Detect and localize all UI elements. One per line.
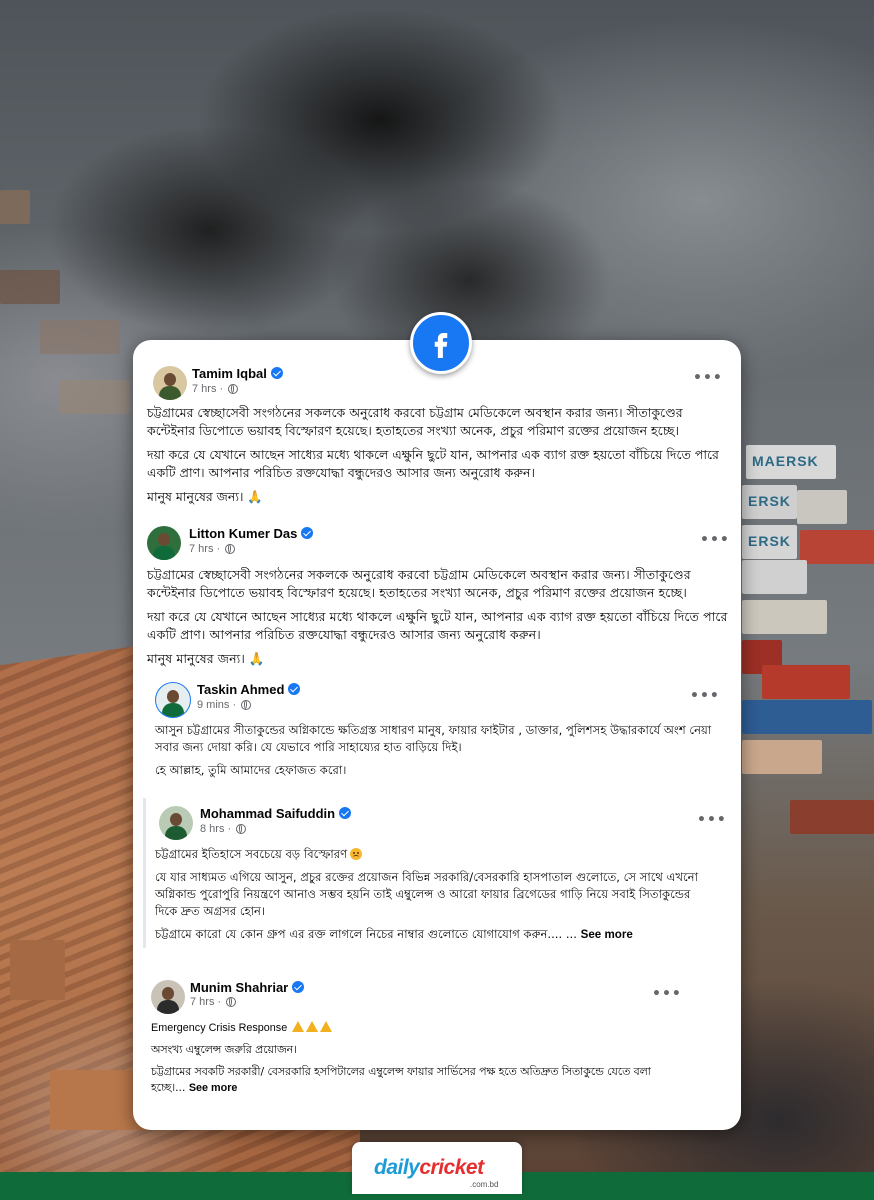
warning-emoji-icon — [292, 1021, 305, 1032]
avatar[interactable] — [159, 806, 193, 840]
author-name[interactable]: Mohammad Saifuddin — [200, 806, 352, 821]
post-time[interactable]: 7 hrs · — [192, 383, 239, 395]
verified-badge-icon — [270, 367, 283, 379]
author-name[interactable]: Litton Kumer Das — [189, 526, 314, 541]
brand-domain: .com.bd — [470, 1180, 499, 1189]
avatar[interactable] — [153, 366, 187, 400]
post-body: চট্টগ্রামের ইতিহাসে সবচেয়ে বড় বিস্ফোরণ… — [155, 846, 715, 949]
author-name[interactable]: Munim Shahriar — [190, 980, 305, 995]
avatar[interactable] — [155, 682, 191, 718]
post-paragraph: আসুন চট্টগ্রামের সীতাকুন্ডের অগ্নিকান্ডে… — [155, 723, 712, 754]
post-paragraph: যে যার সাধ্যমত এগিয়ে আসুন, প্রচুর রক্তে… — [155, 870, 698, 918]
post-paragraph: দয়া করে যে যেখানে আছেন সাধ্যের মধ্যে থা… — [147, 609, 728, 642]
facebook-logo-icon — [410, 312, 472, 374]
post-time[interactable]: 8 hrs · — [200, 823, 247, 835]
author-name[interactable]: Tamim Iqbal — [192, 366, 283, 381]
facebook-f-icon — [434, 333, 448, 358]
post-paragraph: অসংখ্য এম্বুলেন্স জরুরি প্রয়োজন। — [151, 1043, 297, 1056]
sad-emoji-icon — [350, 848, 363, 860]
post-time[interactable]: 7 hrs · — [189, 543, 236, 555]
post-paragraph: দয়া করে যে যেখানে আছেন সাধ্যের মধ্যে থা… — [147, 447, 719, 480]
globe-icon — [226, 997, 237, 1007]
post-paragraph: Emergency Crisis Response — [151, 1020, 671, 1036]
globe-icon — [225, 544, 236, 554]
author-name[interactable]: Taskin Ahmed — [197, 682, 301, 697]
post-paragraph-text: Emergency Crisis Response — [151, 1022, 288, 1034]
post-paragraph: চট্টগ্রামের স্বেচ্ছাসেবী সংগঠনের সকলকে অ… — [147, 567, 691, 600]
post-body: Emergency Crisis Response অসংখ্য এম্বুলে… — [151, 1020, 671, 1102]
see-more-link[interactable]: See more — [189, 1082, 238, 1094]
post-paragraph: চট্টগ্রামে কারো যে কোন গ্রুপ এর রক্ত লাগ… — [155, 926, 715, 943]
post-paragraph: চট্টগ্রামের সবকটি সরকারী/ বেসরকারি হসপিট… — [151, 1064, 671, 1096]
brand-part-daily: daily — [374, 1156, 420, 1179]
verified-badge-icon — [301, 527, 314, 539]
brand-name: dailycricket — [374, 1156, 484, 1180]
post-body: চট্টগ্রামের স্বেচ্ছাসেবী সংগঠনের সকলকে অ… — [147, 404, 729, 512]
more-options-icon[interactable]: ••• — [652, 986, 682, 1002]
post-paragraph: মানুষ মানুষের জন্য। 🙏 — [147, 651, 265, 666]
brand-part-cricket: cricket — [419, 1156, 484, 1179]
verified-badge-icon — [339, 807, 352, 819]
comment-thread-line — [143, 798, 146, 948]
post-paragraph: মানুষ মানুষের জন্য। 🙏 — [147, 489, 263, 504]
dailycricket-logo: dailycricket .com.bd — [352, 1142, 522, 1194]
post-paragraph-text: চট্টগ্রামে কারো যে কোন গ্রুপ এর রক্ত লাগ… — [155, 927, 577, 941]
post-paragraph-text: চট্টগ্রামের ইতিহাসে সবচেয়ে বড় বিস্ফোরণ — [155, 847, 348, 861]
globe-icon — [236, 824, 247, 834]
post-paragraph: হে আল্লাহ, তুমি আমাদের হেফাজত করো। — [155, 763, 347, 777]
more-options-icon[interactable]: ••• — [697, 812, 727, 828]
verified-badge-icon — [288, 683, 301, 695]
more-options-icon[interactable]: ••• — [690, 688, 720, 704]
warning-emoji-icon — [306, 1021, 319, 1032]
post-body: চট্টগ্রামের স্বেচ্ছাসেবী সংগঠনের সকলকে অ… — [147, 566, 733, 674]
avatar[interactable] — [151, 980, 185, 1014]
post-time[interactable]: 9 mins · — [197, 699, 252, 711]
verified-badge-icon — [292, 981, 305, 993]
post-body: আসুন চট্টগ্রামের সীতাকুন্ডের অগ্নিকান্ডে… — [155, 722, 715, 785]
more-options-icon[interactable]: ••• — [700, 532, 730, 548]
see-more-link[interactable]: See more — [581, 928, 633, 941]
warning-emoji-icon — [320, 1021, 333, 1032]
post-paragraph: চট্টগ্রামের ইতিহাসে সবচেয়ে বড় বিস্ফোরণ — [155, 846, 715, 863]
more-options-icon[interactable]: ••• — [693, 370, 723, 386]
post-paragraph: চট্টগ্রামের স্বেচ্ছাসেবী সংগঠনের সকলকে অ… — [147, 405, 683, 438]
globe-icon — [228, 384, 239, 394]
globe-icon — [241, 700, 252, 710]
post-time[interactable]: 7 hrs · — [190, 996, 237, 1008]
facebook-posts-card: Tamim Iqbal 7 hrs · ••• চট্টগ্রামের স্বে… — [133, 340, 741, 1130]
avatar[interactable] — [147, 526, 181, 560]
